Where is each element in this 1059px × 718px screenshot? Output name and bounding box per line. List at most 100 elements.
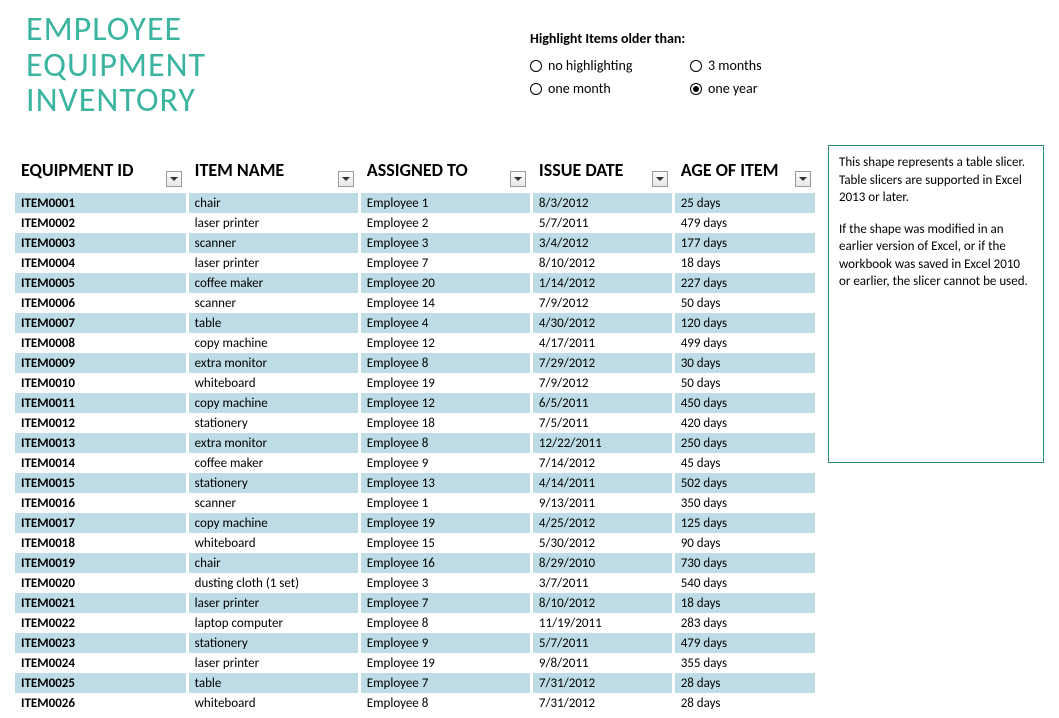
cell-assigned-to[interactable]: Employee 19 bbox=[359, 653, 531, 673]
cell-equipment-id[interactable]: ITEM0001 bbox=[15, 193, 187, 213]
cell-equipment-id[interactable]: ITEM0004 bbox=[15, 253, 187, 273]
cell-item-name[interactable]: whiteboard bbox=[187, 693, 359, 713]
radio-no-highlighting[interactable]: no highlighting bbox=[530, 57, 690, 74]
cell-equipment-id[interactable]: ITEM0009 bbox=[15, 353, 187, 373]
cell-equipment-id[interactable]: ITEM0005 bbox=[15, 273, 187, 293]
cell-item-name[interactable]: stationery bbox=[187, 413, 359, 433]
cell-age[interactable]: 45 days bbox=[673, 453, 815, 473]
cell-equipment-id[interactable]: ITEM0021 bbox=[15, 593, 187, 613]
cell-equipment-id[interactable]: ITEM0010 bbox=[15, 373, 187, 393]
cell-equipment-id[interactable]: ITEM0026 bbox=[15, 693, 187, 713]
cell-assigned-to[interactable]: Employee 3 bbox=[359, 573, 531, 593]
cell-equipment-id[interactable]: ITEM0015 bbox=[15, 473, 187, 493]
cell-item-name[interactable]: scanner bbox=[187, 233, 359, 253]
cell-assigned-to[interactable]: Employee 15 bbox=[359, 533, 531, 553]
cell-assigned-to[interactable]: Employee 1 bbox=[359, 493, 531, 513]
cell-equipment-id[interactable]: ITEM0008 bbox=[15, 333, 187, 353]
cell-assigned-to[interactable]: Employee 20 bbox=[359, 273, 531, 293]
cell-item-name[interactable]: copy machine bbox=[187, 333, 359, 353]
table-row[interactable]: ITEM0025tableEmployee 77/31/201228 days bbox=[15, 673, 815, 693]
table-row[interactable]: ITEM0006scannerEmployee 147/9/201250 day… bbox=[15, 293, 815, 313]
cell-assigned-to[interactable]: Employee 9 bbox=[359, 453, 531, 473]
cell-issue-date[interactable]: 11/19/2011 bbox=[531, 613, 673, 633]
table-row[interactable]: ITEM0019chairEmployee 168/29/2010730 day… bbox=[15, 553, 815, 573]
cell-item-name[interactable]: chair bbox=[187, 193, 359, 213]
filter-dropdown-icon[interactable] bbox=[652, 171, 668, 187]
table-row[interactable]: ITEM0004laser printerEmployee 78/10/2012… bbox=[15, 253, 815, 273]
table-row[interactable]: ITEM0009extra monitorEmployee 87/29/2012… bbox=[15, 353, 815, 373]
cell-age[interactable]: 730 days bbox=[673, 553, 815, 573]
cell-equipment-id[interactable]: ITEM0025 bbox=[15, 673, 187, 693]
cell-assigned-to[interactable]: Employee 8 bbox=[359, 693, 531, 713]
table-row[interactable]: ITEM0002laser printerEmployee 25/7/20114… bbox=[15, 213, 815, 233]
cell-assigned-to[interactable]: Employee 7 bbox=[359, 253, 531, 273]
cell-assigned-to[interactable]: Employee 12 bbox=[359, 333, 531, 353]
cell-issue-date[interactable]: 1/14/2012 bbox=[531, 273, 673, 293]
cell-assigned-to[interactable]: Employee 19 bbox=[359, 373, 531, 393]
cell-assigned-to[interactable]: Employee 8 bbox=[359, 613, 531, 633]
cell-age[interactable]: 90 days bbox=[673, 533, 815, 553]
cell-issue-date[interactable]: 7/9/2012 bbox=[531, 293, 673, 313]
table-row[interactable]: ITEM0010whiteboardEmployee 197/9/201250 … bbox=[15, 373, 815, 393]
radio-3-months[interactable]: 3 months bbox=[690, 57, 850, 74]
radio-one-month[interactable]: one month bbox=[530, 80, 690, 97]
filter-dropdown-icon[interactable] bbox=[338, 171, 354, 187]
cell-assigned-to[interactable]: Employee 16 bbox=[359, 553, 531, 573]
col-age-of-item[interactable]: AGE OF ITEM bbox=[673, 145, 815, 193]
cell-issue-date[interactable]: 3/4/2012 bbox=[531, 233, 673, 253]
cell-issue-date[interactable]: 7/5/2011 bbox=[531, 413, 673, 433]
cell-age[interactable]: 28 days bbox=[673, 693, 815, 713]
cell-item-name[interactable]: coffee maker bbox=[187, 273, 359, 293]
cell-age[interactable]: 25 days bbox=[673, 193, 815, 213]
cell-assigned-to[interactable]: Employee 14 bbox=[359, 293, 531, 313]
cell-item-name[interactable]: dusting cloth (1 set) bbox=[187, 573, 359, 593]
cell-age[interactable]: 30 days bbox=[673, 353, 815, 373]
cell-item-name[interactable]: extra monitor bbox=[187, 353, 359, 373]
cell-assigned-to[interactable]: Employee 4 bbox=[359, 313, 531, 333]
cell-item-name[interactable]: copy machine bbox=[187, 513, 359, 533]
cell-item-name[interactable]: laser printer bbox=[187, 253, 359, 273]
table-row[interactable]: ITEM0008copy machineEmployee 124/17/2011… bbox=[15, 333, 815, 353]
cell-age[interactable]: 18 days bbox=[673, 253, 815, 273]
cell-age[interactable]: 18 days bbox=[673, 593, 815, 613]
cell-assigned-to[interactable]: Employee 13 bbox=[359, 473, 531, 493]
col-equipment-id[interactable]: EQUIPMENT ID bbox=[15, 145, 187, 193]
table-row[interactable]: ITEM0012stationeryEmployee 187/5/2011420… bbox=[15, 413, 815, 433]
filter-dropdown-icon[interactable] bbox=[510, 171, 526, 187]
cell-age[interactable]: 420 days bbox=[673, 413, 815, 433]
cell-item-name[interactable]: laser printer bbox=[187, 653, 359, 673]
cell-issue-date[interactable]: 7/31/2012 bbox=[531, 693, 673, 713]
table-row[interactable]: ITEM0022laptop computerEmployee 811/19/2… bbox=[15, 613, 815, 633]
cell-issue-date[interactable]: 9/8/2011 bbox=[531, 653, 673, 673]
cell-item-name[interactable]: laser printer bbox=[187, 213, 359, 233]
cell-item-name[interactable]: extra monitor bbox=[187, 433, 359, 453]
cell-age[interactable]: 283 days bbox=[673, 613, 815, 633]
cell-age[interactable]: 177 days bbox=[673, 233, 815, 253]
cell-assigned-to[interactable]: Employee 8 bbox=[359, 433, 531, 453]
col-assigned-to[interactable]: ASSIGNED TO bbox=[359, 145, 531, 193]
cell-item-name[interactable]: table bbox=[187, 313, 359, 333]
cell-issue-date[interactable]: 3/7/2011 bbox=[531, 573, 673, 593]
cell-age[interactable]: 50 days bbox=[673, 293, 815, 313]
cell-issue-date[interactable]: 8/3/2012 bbox=[531, 193, 673, 213]
table-row[interactable]: ITEM0015stationeryEmployee 134/14/201150… bbox=[15, 473, 815, 493]
cell-assigned-to[interactable]: Employee 7 bbox=[359, 673, 531, 693]
table-row[interactable]: ITEM0007tableEmployee 44/30/2012120 days bbox=[15, 313, 815, 333]
cell-age[interactable]: 499 days bbox=[673, 333, 815, 353]
cell-age[interactable]: 250 days bbox=[673, 433, 815, 453]
cell-assigned-to[interactable]: Employee 8 bbox=[359, 353, 531, 373]
cell-issue-date[interactable]: 5/30/2012 bbox=[531, 533, 673, 553]
cell-equipment-id[interactable]: ITEM0020 bbox=[15, 573, 187, 593]
cell-issue-date[interactable]: 4/25/2012 bbox=[531, 513, 673, 533]
cell-assigned-to[interactable]: Employee 9 bbox=[359, 633, 531, 653]
cell-age[interactable]: 227 days bbox=[673, 273, 815, 293]
cell-equipment-id[interactable]: ITEM0016 bbox=[15, 493, 187, 513]
cell-issue-date[interactable]: 4/14/2011 bbox=[531, 473, 673, 493]
cell-equipment-id[interactable]: ITEM0022 bbox=[15, 613, 187, 633]
table-row[interactable]: ITEM0011copy machineEmployee 126/5/20114… bbox=[15, 393, 815, 413]
cell-age[interactable]: 479 days bbox=[673, 213, 815, 233]
cell-assigned-to[interactable]: Employee 7 bbox=[359, 593, 531, 613]
cell-issue-date[interactable]: 8/10/2012 bbox=[531, 253, 673, 273]
filter-dropdown-icon[interactable] bbox=[795, 171, 811, 187]
cell-issue-date[interactable]: 8/29/2010 bbox=[531, 553, 673, 573]
